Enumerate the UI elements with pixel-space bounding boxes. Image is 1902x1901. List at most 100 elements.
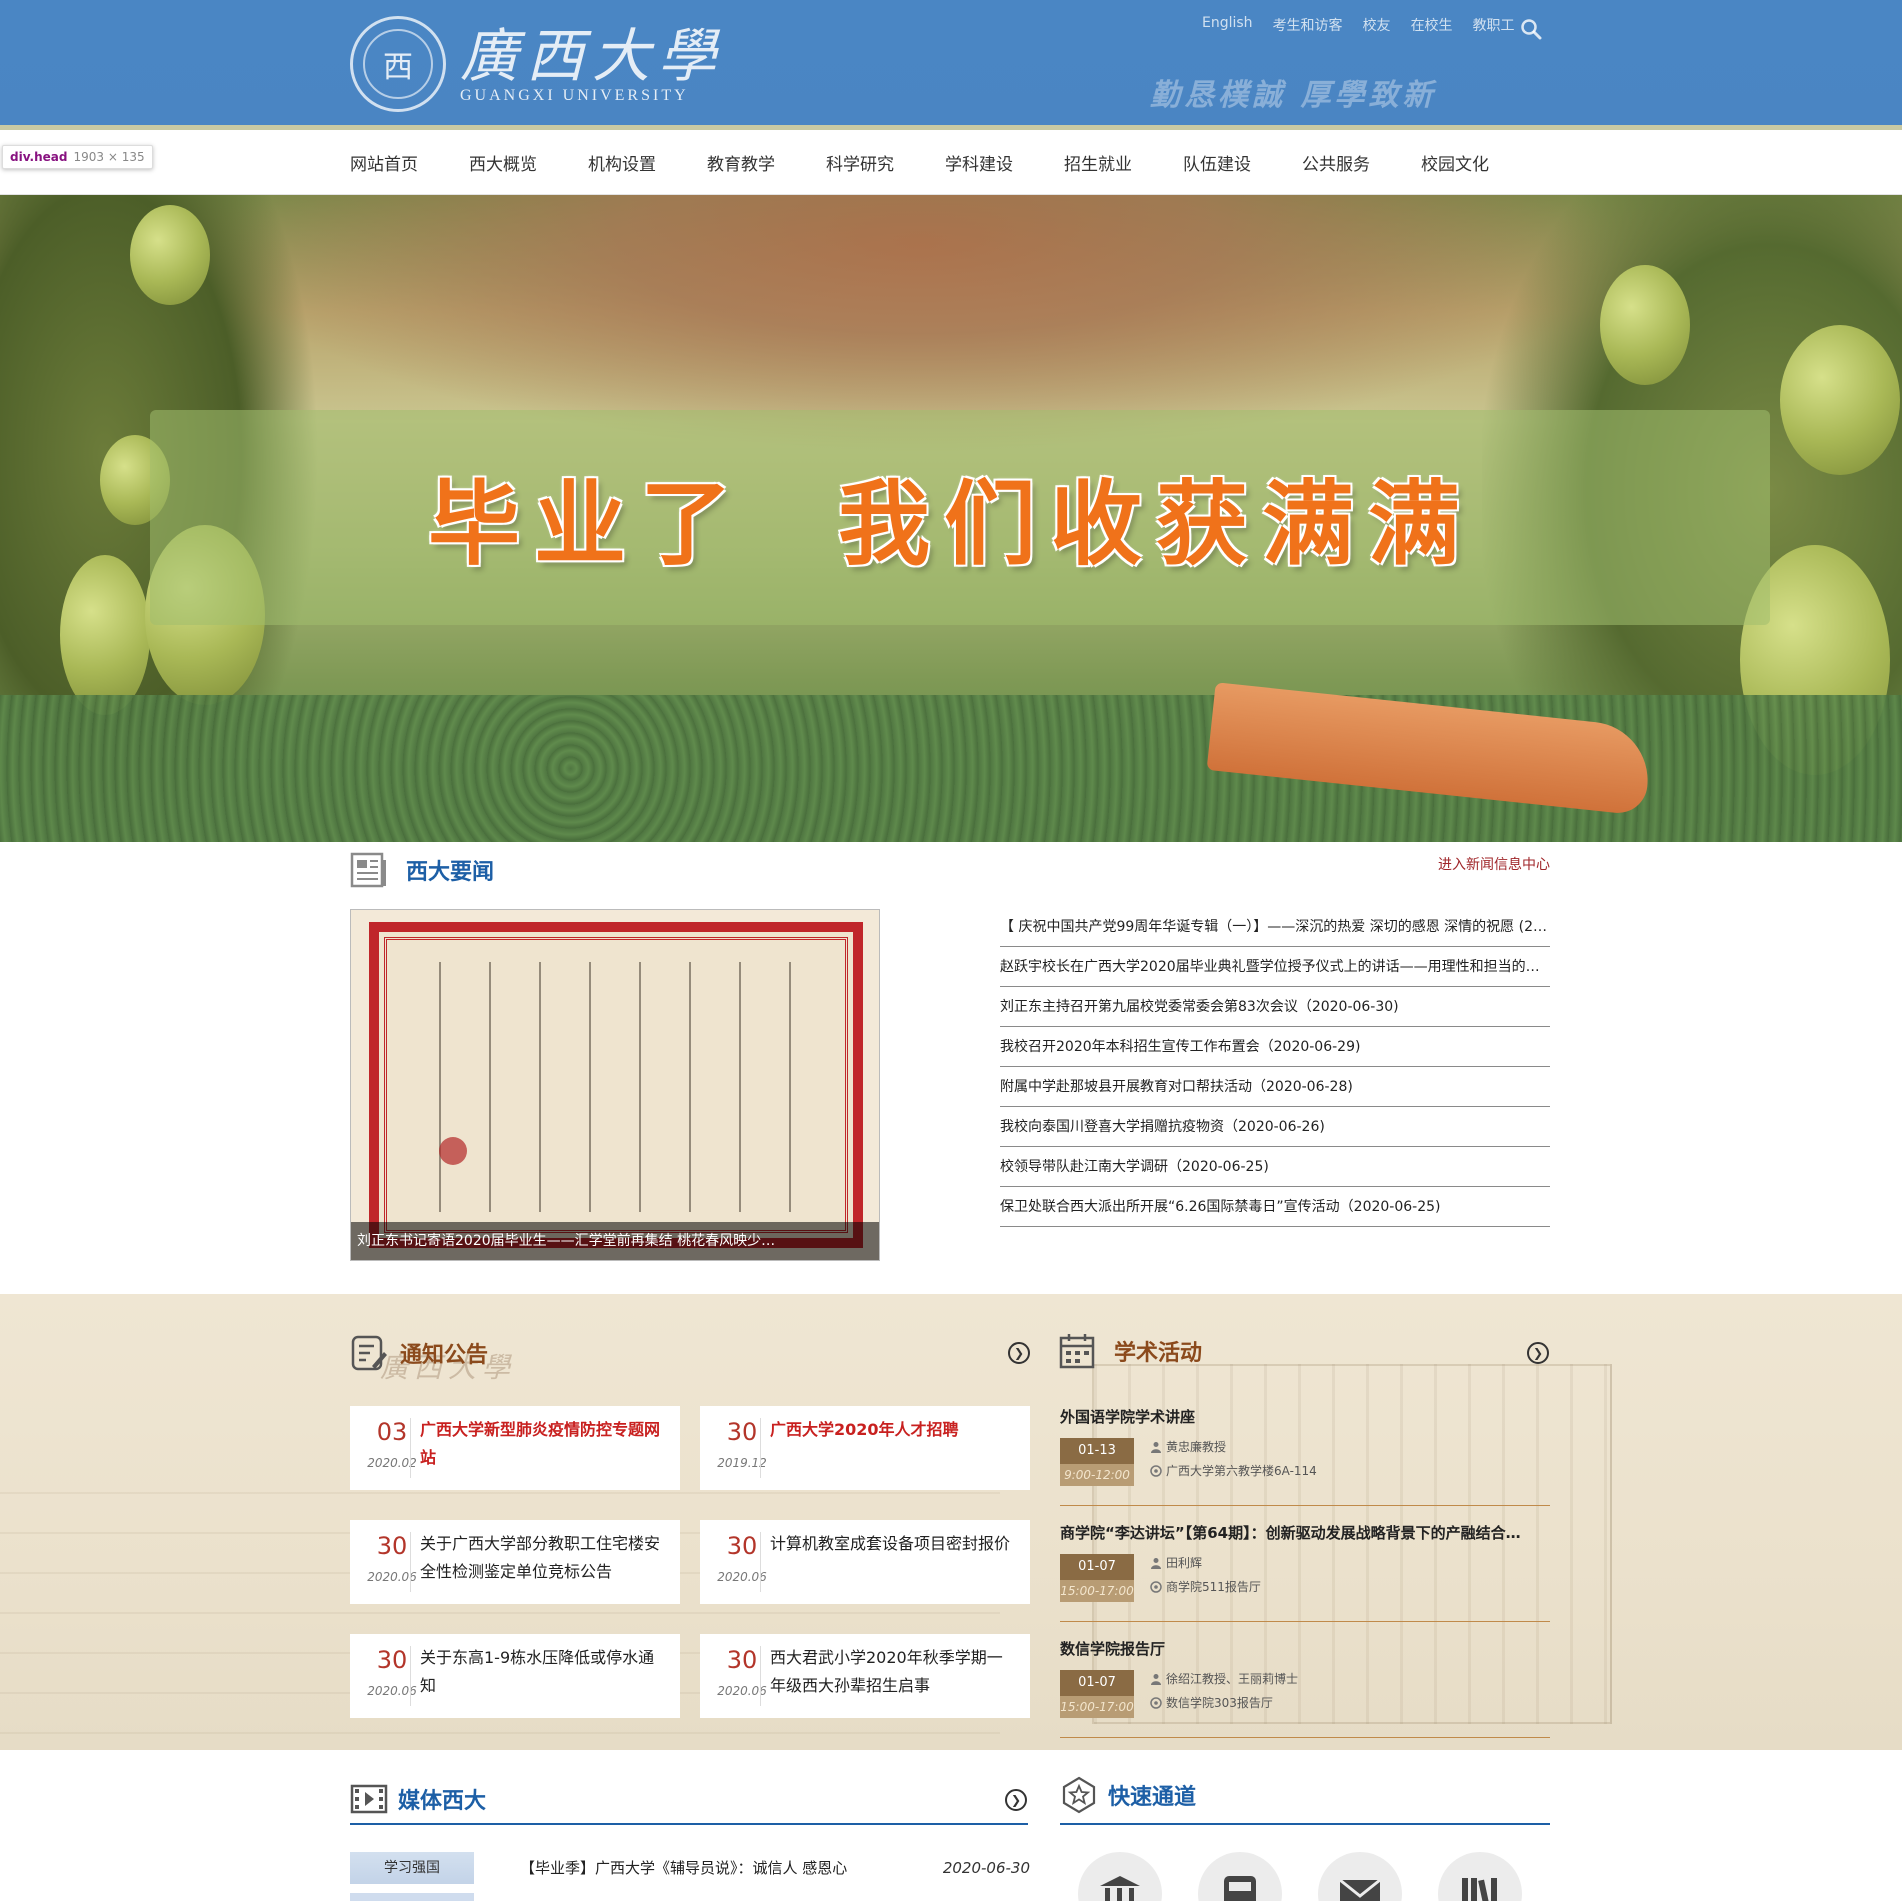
notice-card[interactable]: 30 2020.06 计算机教室成套设备项目密封报价 xyxy=(700,1520,1030,1604)
main-nav: 网站首页 西大概览 机构设置 教育教学 科学研究 学科建设 招生就业 队伍建设 … xyxy=(0,130,1902,195)
event-speaker: 黄忠廉教授 xyxy=(1150,1438,1226,1455)
newspaper-icon xyxy=(350,852,386,888)
devtools-tooltip: div.head 1903 × 135 xyxy=(2,145,153,169)
notice-card-title[interactable]: 广西大学2020年人才招聘 xyxy=(770,1416,1018,1444)
event-speaker: 徐绍江教授、王丽莉博士 xyxy=(1150,1670,1298,1687)
event-time: 15:00-17:00 xyxy=(1060,1696,1134,1718)
university-logo[interactable]: 西 廣西大學 GUANGXI UNIVERSITY xyxy=(350,16,724,112)
news-featured-photo[interactable]: 刘正东书记寄语2020届毕业生——汇学堂前再集结 桃花春风映少… xyxy=(350,909,880,1261)
toplink-english[interactable]: English xyxy=(1202,15,1253,35)
nav-item-organization[interactable]: 机构设置 xyxy=(588,150,707,175)
toplink-staff[interactable]: 教职工 xyxy=(1473,15,1515,35)
search-icon[interactable] xyxy=(1520,18,1542,40)
notice-day: 30 xyxy=(376,1532,408,1560)
toplink-visitors[interactable]: 考生和访客 xyxy=(1273,15,1343,35)
academic-event[interactable]: 外国语学院学术讲座 01-13 9:00-12:00 黄忠廉教授 广西大学第六教… xyxy=(1060,1406,1550,1506)
media-more-arrow-icon[interactable]: ❯ xyxy=(1005,1789,1027,1811)
academic-event[interactable]: 数信学院报告厅 01-07 15:00-17:00 徐绍江教授、王丽莉博士 数信… xyxy=(1060,1638,1550,1738)
photo-caption[interactable]: 刘正东书记寄语2020届毕业生——汇学堂前再集结 桃花春风映少… xyxy=(351,1222,879,1260)
news-item[interactable]: 我校召开2020年本科招生宣传工作布置会（2020-06-29) xyxy=(1000,1027,1550,1067)
nav-item-culture[interactable]: 校园文化 xyxy=(1421,150,1540,175)
media-tag[interactable]: 学习强国 xyxy=(350,1852,474,1884)
notice-card[interactable]: 30 2019.12 广西大学2020年人才招聘 xyxy=(700,1406,1030,1490)
logo-text: 廣西大學 GUANGXI UNIVERSITY xyxy=(460,23,724,105)
notice-divider xyxy=(760,1646,761,1706)
notice-card-title[interactable]: 关于广西大学部分教职工住宅楼安全性检测鉴定单位竞标公告 xyxy=(420,1530,668,1586)
nav-item-overview[interactable]: 西大概览 xyxy=(469,150,588,175)
seal-inner: 西 xyxy=(363,29,433,99)
notice-year-month: 2020.06 xyxy=(717,1570,767,1584)
toplink-students[interactable]: 在校生 xyxy=(1411,15,1453,35)
notice-card[interactable]: 30 2020.06 西大君武小学2020年秋季学期一年级西大孙辈招生启事 xyxy=(700,1634,1030,1718)
nav-item-home[interactable]: 网站首页 xyxy=(350,150,469,175)
event-date: 01-07 xyxy=(1078,1675,1116,1690)
media-underline xyxy=(350,1823,1028,1825)
news-more-link[interactable]: 进入新闻信息中心 xyxy=(1438,854,1550,874)
calligraphy-column xyxy=(439,962,441,1212)
nav-item-education[interactable]: 教育教学 xyxy=(707,150,826,175)
notice-card-title[interactable]: 西大君武小学2020年秋季学期一年级西大孙辈招生启事 xyxy=(770,1644,1018,1700)
notice-card-title[interactable]: 广西大学新型肺炎疫情防控专题网站 xyxy=(420,1416,668,1472)
news-item[interactable]: 【 庆祝中国共产党99周年华诞专辑（一）】——深沉的热爱 深切的感恩 深情的祝愿… xyxy=(1000,907,1550,947)
notice-card-title[interactable]: 关于东高1-9栋水压降低或停水通知 xyxy=(420,1644,668,1700)
event-date-box: 01-13 9:00-12:00 xyxy=(1060,1438,1134,1486)
event-place: 数信学院303报告厅 xyxy=(1150,1694,1273,1711)
academic-more-arrow-icon[interactable]: ❯ xyxy=(1527,1342,1549,1364)
notice-header: 通知公告 xyxy=(350,1334,488,1372)
toplink-alumni[interactable]: 校友 xyxy=(1363,15,1391,35)
nav-item-services[interactable]: 公共服务 xyxy=(1302,150,1421,175)
location-pin-icon xyxy=(1150,1464,1162,1477)
mail-icon xyxy=(1339,1878,1381,1901)
notice-title: 通知公告 xyxy=(400,1343,489,1368)
event-date: 01-07 xyxy=(1078,1559,1116,1574)
event-title[interactable]: 商学院“李达讲坛”【第64期】：创新驱动发展战略背景下的产融结合… xyxy=(1060,1522,1550,1544)
event-speaker: 田利辉 xyxy=(1150,1554,1202,1571)
hero-banner[interactable]: 毕业了 我们收获满满 xyxy=(0,195,1902,842)
location-pin-icon xyxy=(1150,1580,1162,1593)
notice-card-title[interactable]: 计算机教室成套设备项目密封报价 xyxy=(770,1530,1018,1558)
news-item[interactable]: 我校向泰国川登喜大学捐赠抗疫物资（2020-06-26) xyxy=(1000,1107,1550,1147)
media-item-title[interactable]: 【毕业季】广西大学《辅导员说》：诚信人 感恩心 xyxy=(520,1852,847,1884)
notice-card[interactable]: 30 2020.06 关于广西大学部分教职工住宅楼安全性检测鉴定单位竞标公告 xyxy=(350,1520,680,1604)
news-section: 西大要闻 进入新闻信息中心 刘正东书记寄语2020届毕业生——汇学堂前再集结 桃… xyxy=(0,842,1902,1294)
person-icon xyxy=(1151,1557,1161,1569)
nav-item-faculty[interactable]: 队伍建设 xyxy=(1183,150,1302,175)
calligraphy-column xyxy=(589,962,591,1212)
event-speaker-name: 田利辉 xyxy=(1166,1556,1203,1570)
edit-note-icon xyxy=(351,1335,387,1371)
notice-divider xyxy=(410,1532,411,1592)
nav-item-admission[interactable]: 招生就业 xyxy=(1064,150,1183,175)
news-item[interactable]: 刘正东主持召开第九届校党委常委会第83次会议（2020-06-30) xyxy=(1000,987,1550,1027)
news-item[interactable]: 附属中学赴那坡县开展教育对口帮扶活动（2020-06-28) xyxy=(1000,1067,1550,1107)
notice-more-arrow-icon[interactable]: ❯ xyxy=(1008,1342,1030,1364)
event-title[interactable]: 数信学院报告厅 xyxy=(1060,1638,1550,1660)
news-item[interactable]: 保卫处联合西大派出所开展“6.26国际禁毒日”宣传活动（2020-06-25) xyxy=(1000,1187,1550,1227)
banner-title: 毕业了 我们收获满满 xyxy=(427,471,1475,578)
academic-event[interactable]: 商学院“李达讲坛”【第64期】：创新驱动发展战略背景下的产融结合… 01-07 … xyxy=(1060,1522,1550,1622)
banner-jackfruit xyxy=(130,205,210,305)
event-place-name: 商学院511报告厅 xyxy=(1166,1580,1261,1594)
red-seal-stamp xyxy=(439,1137,467,1165)
nav-item-research[interactable]: 科学研究 xyxy=(826,150,945,175)
calligraphy-column xyxy=(639,962,641,1212)
notice-card[interactable]: 03 2020.02 广西大学新型肺炎疫情防控专题网站 xyxy=(350,1406,680,1490)
devtools-size: 1903 × 135 xyxy=(73,150,145,164)
nav-item-disciplines[interactable]: 学科建设 xyxy=(945,150,1064,175)
news-item[interactable]: 赵跃宇校长在广西大学2020届毕业典礼暨学位授予仪式上的讲话——用理性和担当的光… xyxy=(1000,947,1550,987)
event-speaker-name: 黄忠廉教授 xyxy=(1166,1440,1227,1454)
event-title[interactable]: 外国语学院学术讲座 xyxy=(1060,1406,1550,1428)
notice-day: 30 xyxy=(726,1646,758,1674)
notice-year-month: 2020.06 xyxy=(717,1684,767,1698)
logo-english-name: GUANGXI UNIVERSITY xyxy=(460,87,689,104)
notice-divider xyxy=(410,1646,411,1706)
media-title: 媒体西大 xyxy=(398,1789,487,1814)
quick-underline xyxy=(1060,1823,1550,1825)
notice-card[interactable]: 30 2020.06 关于东高1-9栋水压降低或停水通知 xyxy=(350,1634,680,1718)
news-item[interactable]: 校领导带队赴江南大学调研（2020-06-25) xyxy=(1000,1147,1550,1187)
person-icon xyxy=(1151,1441,1161,1453)
media-item[interactable]: 学习强国 【毕业季】广西大学《辅导员说》：诚信人 感恩心 2020-06-30 xyxy=(350,1852,1030,1884)
star-badge-icon xyxy=(1062,1776,1096,1814)
logo-chinese-name: 廣西大學 xyxy=(460,22,725,90)
notice-divider xyxy=(410,1418,411,1478)
media-header: 媒体西大 xyxy=(350,1780,486,1818)
